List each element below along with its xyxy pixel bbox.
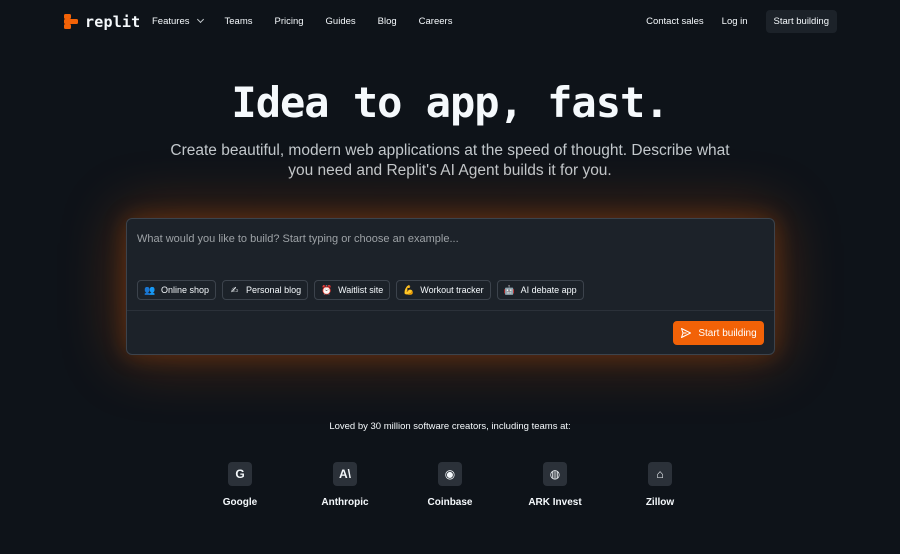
ark-invest-icon: ◍: [543, 462, 567, 486]
logo-name: Anthropic: [321, 497, 369, 508]
google-icon: G: [228, 462, 252, 486]
nav-link-teams[interactable]: Teams: [225, 16, 253, 27]
top-nav: replit Features Teams Pricing Guides Blo…: [0, 0, 900, 42]
chip-label: AI debate app: [520, 285, 577, 295]
replit-logo-icon: [64, 13, 79, 30]
prompt-box: 👥 Online shop ✍ Personal blog ⏰ Waitlist…: [126, 218, 775, 355]
flexed-biceps-icon: 💪: [403, 284, 415, 295]
people-icon: 👥: [144, 284, 156, 295]
nav-link-blog[interactable]: Blog: [378, 16, 397, 27]
start-building-label: Start building: [698, 327, 757, 339]
logo-ark-invest: ◍ ARK Invest: [505, 462, 605, 508]
logo-zillow: ⌂ Zillow: [610, 462, 710, 508]
hero-title: Idea to app, fast.: [231, 78, 669, 127]
anthropic-icon: A\: [333, 462, 357, 486]
chip-label: Personal blog: [246, 285, 302, 295]
chip-personal-blog[interactable]: ✍ Personal blog: [222, 280, 309, 300]
logo-coinbase: ◉ Coinbase: [400, 462, 500, 508]
coinbase-icon: ◉: [438, 462, 462, 486]
nav-link-features[interactable]: Features: [152, 15, 204, 27]
chip-label: Online shop: [161, 285, 210, 295]
chip-label: Workout tracker: [420, 285, 484, 295]
login-link[interactable]: Log in: [722, 16, 748, 27]
prompt-input[interactable]: [137, 229, 757, 249]
nav-start-building-button[interactable]: Start building: [765, 10, 837, 33]
nav-link-pricing[interactable]: Pricing: [274, 16, 303, 27]
hero-subtitle: Create beautiful, modern web application…: [170, 142, 730, 179]
logo-name: Google: [222, 497, 258, 508]
replit-logo[interactable]: replit: [64, 12, 141, 31]
customer-logos: G Google A\ Anthropic ◉ Coinbase ◍ ARK I…: [0, 462, 900, 522]
alarm-clock-icon: ⏰: [321, 284, 333, 295]
nav-link-guides[interactable]: Guides: [326, 16, 356, 27]
chip-waitlist-site[interactable]: ⏰ Waitlist site: [314, 280, 391, 300]
social-proof-text: Loved by 30 million software creators, i…: [329, 421, 571, 432]
nav-links: Features Teams Pricing Guides Blog Caree…: [152, 0, 474, 42]
zillow-icon: ⌂: [648, 462, 672, 486]
brand-name: replit: [85, 12, 141, 31]
logo-anthropic: A\ Anthropic: [295, 462, 395, 508]
contact-sales-link[interactable]: Contact sales: [646, 16, 704, 27]
nav-link-careers[interactable]: Careers: [419, 16, 453, 27]
example-chips: 👥 Online shop ✍ Personal blog ⏰ Waitlist…: [137, 280, 584, 300]
send-icon: [681, 328, 692, 338]
chip-online-shop[interactable]: 👥 Online shop: [137, 280, 217, 300]
robot-icon: 🤖: [503, 284, 515, 295]
logo-name: ARK Invest: [528, 497, 582, 508]
chip-ai-debate-app[interactable]: 🤖 AI debate app: [496, 280, 584, 300]
nav-right: Contact sales Log in Start building: [646, 10, 837, 33]
nav-link-label: Features: [152, 15, 190, 27]
chevron-down-icon: [196, 15, 204, 24]
start-building-button[interactable]: Start building: [673, 321, 764, 345]
writing-hand-icon: ✍: [230, 284, 239, 295]
prompt-divider: [127, 310, 774, 311]
chip-label: Waitlist site: [338, 285, 384, 295]
logo-name: Zillow: [645, 497, 675, 508]
chip-workout-tracker[interactable]: 💪 Workout tracker: [396, 280, 491, 300]
logo-google: G Google: [190, 462, 290, 508]
logo-name: Coinbase: [427, 497, 473, 508]
